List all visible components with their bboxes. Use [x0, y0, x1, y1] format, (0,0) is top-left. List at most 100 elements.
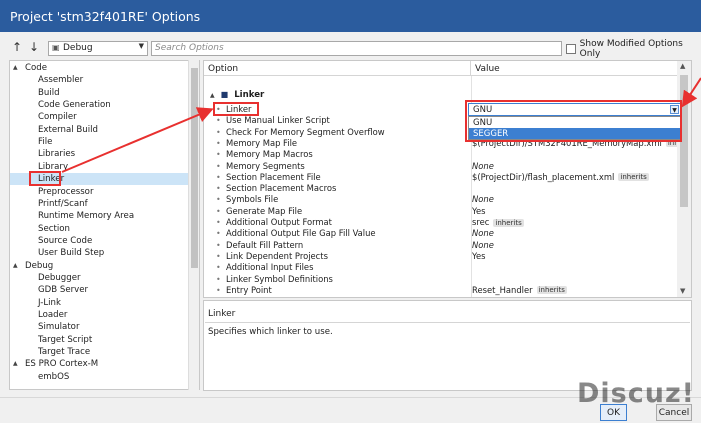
bullet-icon: •: [216, 127, 221, 137]
tree-item-label: Section: [38, 223, 70, 234]
option-value-cell[interactable]: None: [472, 240, 680, 251]
option-row[interactable]: • Section Placement File $(ProjectDir)/fla…: [204, 172, 682, 183]
tree-item[interactable]: ▲ Code: [10, 62, 189, 74]
bullet-icon: •: [216, 274, 221, 284]
option-name: Link Dependent Projects: [226, 250, 328, 261]
tree-item[interactable]: Compiler: [10, 111, 189, 123]
tree-item[interactable]: GDB Server: [10, 284, 189, 296]
tree-scrollbar-thumb[interactable]: [191, 68, 198, 268]
tree-item[interactable]: Source Code: [10, 235, 189, 247]
description-text: Specifies which linker to use.: [208, 327, 333, 337]
tree-item[interactable]: User Build Step: [10, 247, 189, 259]
option-row[interactable]: • Entry Point Reset_Handler inherits: [204, 285, 682, 296]
tree-item[interactable]: Printf/Scanf: [10, 198, 189, 210]
tree-item[interactable]: ▲ ES PRO Cortex-M: [10, 358, 189, 370]
tree-item-label: Debug: [25, 260, 54, 271]
option-row[interactable]: • Symbols File None: [204, 194, 682, 205]
tree-item-label: Printf/Scanf: [38, 198, 88, 209]
tree-item[interactable]: ▲ Debug: [10, 260, 189, 272]
tree-item-label: Simulator: [38, 322, 80, 333]
bullet-icon: •: [216, 263, 221, 273]
tree-item[interactable]: Loader: [10, 309, 189, 321]
option-row[interactable]: • Memory Map Macros: [204, 149, 682, 160]
option-value-cell[interactable]: None: [472, 228, 680, 239]
tree-item[interactable]: Section: [10, 223, 189, 235]
scroll-down-icon[interactable]: ▼: [680, 287, 685, 295]
configuration-select[interactable]: ▣ Debug ▼: [48, 41, 148, 56]
option-value-cell[interactable]: $(ProjectDir)/flash_placement.xml inherit…: [472, 172, 680, 183]
tree-item[interactable]: Code Generation: [10, 99, 189, 111]
option-value-cell[interactable]: srec inherits: [472, 217, 680, 228]
tree-item-label: External Build: [38, 124, 98, 135]
options-grid: Option Value ▲ ■ Linker • Linker • Use Manu…: [203, 60, 692, 298]
column-header-value[interactable]: Value: [471, 61, 681, 76]
description-title: Linker: [208, 309, 236, 319]
bullet-icon: •: [216, 138, 221, 148]
search-input[interactable]: Search Options: [151, 41, 562, 56]
collapse-icon[interactable]: ▲: [13, 260, 18, 272]
tree-item[interactable]: Target Trace: [10, 346, 189, 358]
bullet-icon: •: [216, 206, 221, 216]
tree-item[interactable]: embOS: [10, 371, 189, 383]
option-value-cell[interactable]: Reset_Handler inherits: [472, 285, 680, 296]
tree-item-label: Preprocessor: [38, 186, 94, 197]
watermark-logo: Discuz!: [577, 378, 695, 409]
option-value-cell[interactable]: None: [472, 194, 680, 205]
option-value: None: [472, 160, 494, 171]
option-row[interactable]: • Section Placement Macros: [204, 183, 682, 194]
option-row[interactable]: • Default Fill Pattern None: [204, 240, 682, 251]
option-value-cell[interactable]: None: [472, 161, 680, 172]
option-row[interactable]: • Memory Segments None: [204, 161, 682, 172]
chevron-down-icon: ▼: [138, 42, 144, 50]
option-row[interactable]: • Generate Map File Yes: [204, 206, 682, 217]
option-row[interactable]: • Additional Output Format srec inherits: [204, 217, 682, 228]
tree-item[interactable]: Runtime Memory Area: [10, 210, 189, 222]
option-name: Section Placement File: [226, 171, 321, 182]
option-name: Section Placement Macros: [226, 183, 337, 194]
tree-scrollbar[interactable]: [188, 60, 199, 390]
tree-item-label: Build: [38, 87, 60, 98]
window-title: Project 'stm32f401RE' Options: [10, 9, 201, 24]
bullet-icon: •: [216, 161, 221, 171]
configuration-value: Debug: [63, 43, 93, 53]
option-row[interactable]: • Link Dependent Projects Yes: [204, 251, 682, 262]
tree-item[interactable]: Debugger: [10, 272, 189, 284]
option-name: Additional Input Files: [226, 262, 314, 273]
arrow-down-icon[interactable]: ↓: [29, 40, 39, 54]
option-value-cell[interactable]: Yes: [472, 206, 680, 217]
tree-item[interactable]: Build: [10, 87, 189, 99]
column-header-option[interactable]: Option: [204, 61, 471, 76]
tree-item[interactable]: Assembler: [10, 74, 189, 86]
collapse-icon[interactable]: ▲: [13, 62, 18, 74]
option-value: srec: [472, 217, 490, 227]
tree-item-label: Debugger: [38, 272, 81, 283]
option-value: $(ProjectDir)/flash_placement.xml: [472, 171, 615, 182]
tree-item[interactable]: J-Link: [10, 297, 189, 309]
tree-item-label: GDB Server: [38, 285, 89, 296]
tree-item[interactable]: Simulator: [10, 321, 189, 333]
tree-item[interactable]: Preprocessor: [10, 186, 189, 198]
inherits-badge: inherits: [493, 218, 524, 227]
option-value-cell[interactable]: Yes: [472, 251, 680, 262]
option-row[interactable]: • Additional Input Files: [204, 262, 682, 273]
tree-item[interactable]: Target Script: [10, 334, 189, 346]
tree-item-label: Loader: [38, 310, 68, 320]
collapse-icon[interactable]: ▲: [13, 358, 18, 370]
option-row[interactable]: • Additional Output File Gap Fill Value No…: [204, 228, 682, 239]
option-value: Yes: [472, 250, 486, 261]
option-name: Entry Point: [226, 284, 272, 295]
option-row[interactable]: • Linker Symbol Definitions: [204, 274, 682, 285]
show-modified-checkbox[interactable]: Show Modified Options Only: [566, 39, 701, 59]
collapse-icon[interactable]: ▲: [210, 92, 215, 99]
tree-item-label: Assembler: [38, 75, 84, 86]
option-value: Reset_Handler: [472, 284, 533, 295]
bullet-icon: •: [216, 184, 221, 194]
arrow-up-icon[interactable]: ↑: [12, 40, 22, 54]
tree-item[interactable]: Libraries: [10, 148, 189, 160]
scroll-up-icon[interactable]: ▲: [680, 62, 685, 70]
checkbox-box[interactable]: [566, 44, 576, 54]
tree-item[interactable]: File: [10, 136, 189, 148]
annotation-box-tree-linker: [29, 171, 61, 186]
tree-item[interactable]: External Build: [10, 124, 189, 136]
grid-scrollbar[interactable]: ▲ ▼: [677, 61, 691, 297]
